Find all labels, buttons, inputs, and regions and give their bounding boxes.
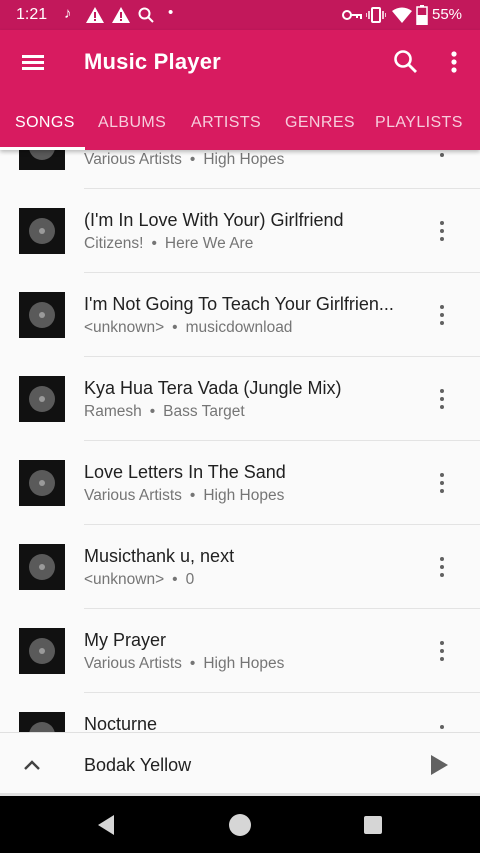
list-item[interactable]: Kya Hua Tera Vada (Jungle Mix) Ramesh • Ba…	[0, 357, 480, 441]
recents-icon[interactable]	[364, 816, 382, 834]
song-album: High Hopes	[203, 655, 285, 672]
song-subtitle: Ramesh • Bass Target	[84, 403, 245, 421]
song-subtitle: Citizens! • Here We Are	[84, 235, 253, 253]
song-more-icon[interactable]	[432, 471, 452, 495]
tab-indicator	[0, 147, 85, 150]
battery-percent: 55%	[432, 6, 463, 23]
list-item[interactable]: Nocturne	[0, 693, 480, 732]
song-subtitle: <unknown> • musicdownload	[84, 319, 292, 337]
tab-artists[interactable]: ARTISTS	[191, 114, 261, 132]
separator-dot: •	[189, 655, 196, 672]
song-artist: Citizens!	[84, 235, 144, 252]
app-bar: Music Player SONGS ALBUMS ARTISTS GENRES…	[0, 30, 480, 150]
list-item[interactable]: Musicthank u, next <unknown> • 0	[0, 525, 480, 609]
album-art	[19, 376, 65, 422]
status-time: 1:21	[16, 6, 48, 23]
list-item[interactable]: I'm Not Going To Teach Your Girlfrien...…	[0, 273, 480, 357]
play-icon[interactable]	[428, 753, 450, 777]
song-album: musicdownload	[185, 319, 293, 336]
wifi-icon	[392, 7, 412, 23]
song-more-icon[interactable]	[432, 555, 452, 579]
song-title: Nocturne	[84, 714, 158, 732]
song-subtitle: Various Artists • High Hopes	[84, 655, 284, 673]
list-item[interactable]: My Prayer Various Artists • High Hopes	[0, 609, 480, 693]
tab-albums[interactable]: ALBUMS	[98, 114, 166, 132]
list-item[interactable]: Various Artists • High Hopes	[0, 150, 480, 189]
album-art	[19, 460, 65, 506]
song-album: 0	[185, 571, 195, 588]
song-title: Musicthank u, next	[84, 546, 235, 566]
vpn-key-icon	[342, 10, 362, 20]
tab-bar: SONGS ALBUMS ARTISTS GENRES PLAYLISTS	[0, 110, 480, 150]
now-playing-bar[interactable]: Bodak Yellow	[0, 732, 480, 796]
tab-genres[interactable]: GENRES	[285, 114, 355, 132]
song-more-icon[interactable]	[432, 723, 452, 732]
album-art	[19, 292, 65, 338]
separator-dot: •	[151, 235, 157, 252]
system-nav-bar	[0, 796, 480, 853]
song-subtitle: Various Artists • High Hopes	[84, 487, 284, 505]
song-artist: Various Artists	[84, 151, 182, 168]
album-art	[19, 712, 65, 732]
song-title: (I'm In Love With Your) Girlfriend	[84, 210, 344, 230]
tab-songs[interactable]: SONGS	[15, 114, 75, 132]
song-more-icon[interactable]	[432, 639, 452, 663]
album-art	[19, 628, 65, 674]
battery-icon	[416, 5, 428, 25]
dot-icon: •	[168, 4, 174, 21]
separator-dot: •	[172, 319, 178, 336]
search-icon[interactable]	[392, 48, 420, 76]
app-title: Music Player	[84, 49, 221, 74]
album-art	[19, 544, 65, 590]
song-title: I'm Not Going To Teach Your Girlfrien...	[84, 294, 394, 314]
song-artist: Ramesh	[84, 403, 142, 420]
chevron-up-icon[interactable]	[22, 755, 42, 775]
song-artist: Various Artists	[84, 655, 182, 672]
song-title: My Prayer	[84, 630, 167, 650]
vibrate-icon	[366, 7, 386, 23]
song-album: High Hopes	[203, 151, 285, 168]
song-album: High Hopes	[203, 487, 285, 504]
song-more-icon[interactable]	[432, 150, 452, 159]
separator-dot: •	[189, 151, 196, 168]
tab-playlists[interactable]: PLAYLISTS	[375, 114, 463, 132]
song-album: Bass Target	[163, 403, 245, 420]
search-icon	[138, 7, 154, 23]
song-artist: Various Artists	[84, 487, 182, 504]
separator-dot: •	[172, 571, 178, 588]
list-item[interactable]: Love Letters In The Sand Various Artists…	[0, 441, 480, 525]
warning-icon	[112, 7, 130, 23]
song-album: Here We Are	[164, 235, 254, 252]
separator-dot: •	[189, 487, 196, 504]
song-more-icon[interactable]	[432, 219, 452, 243]
song-title: Kya Hua Tera Vada (Jungle Mix)	[84, 378, 342, 398]
song-list[interactable]: Various Artists • High Hopes (I'm In Love …	[0, 150, 480, 732]
list-item[interactable]: (I'm In Love With Your) Girlfriend Citiz…	[0, 189, 480, 273]
album-art	[19, 150, 65, 170]
song-more-icon[interactable]	[432, 303, 452, 327]
song-artist: <unknown>	[84, 571, 165, 588]
song-more-icon[interactable]	[432, 387, 452, 411]
music-note-icon: ♪	[64, 5, 72, 22]
song-subtitle: Various Artists • High Hopes	[84, 151, 284, 169]
album-art	[19, 208, 65, 254]
song-subtitle: <unknown> • 0	[84, 571, 194, 589]
status-bar: 1:21 ♪ • 55%	[0, 0, 480, 30]
now-playing-title: Bodak Yellow	[84, 755, 192, 775]
song-title: Love Letters In The Sand	[84, 462, 286, 482]
home-icon[interactable]	[229, 814, 251, 836]
warning-icon	[86, 7, 104, 23]
separator-dot: •	[149, 403, 156, 420]
back-icon[interactable]	[96, 814, 116, 836]
song-artist: <unknown>	[84, 319, 165, 336]
more-vert-icon[interactable]	[444, 48, 464, 76]
menu-icon[interactable]	[20, 50, 46, 74]
